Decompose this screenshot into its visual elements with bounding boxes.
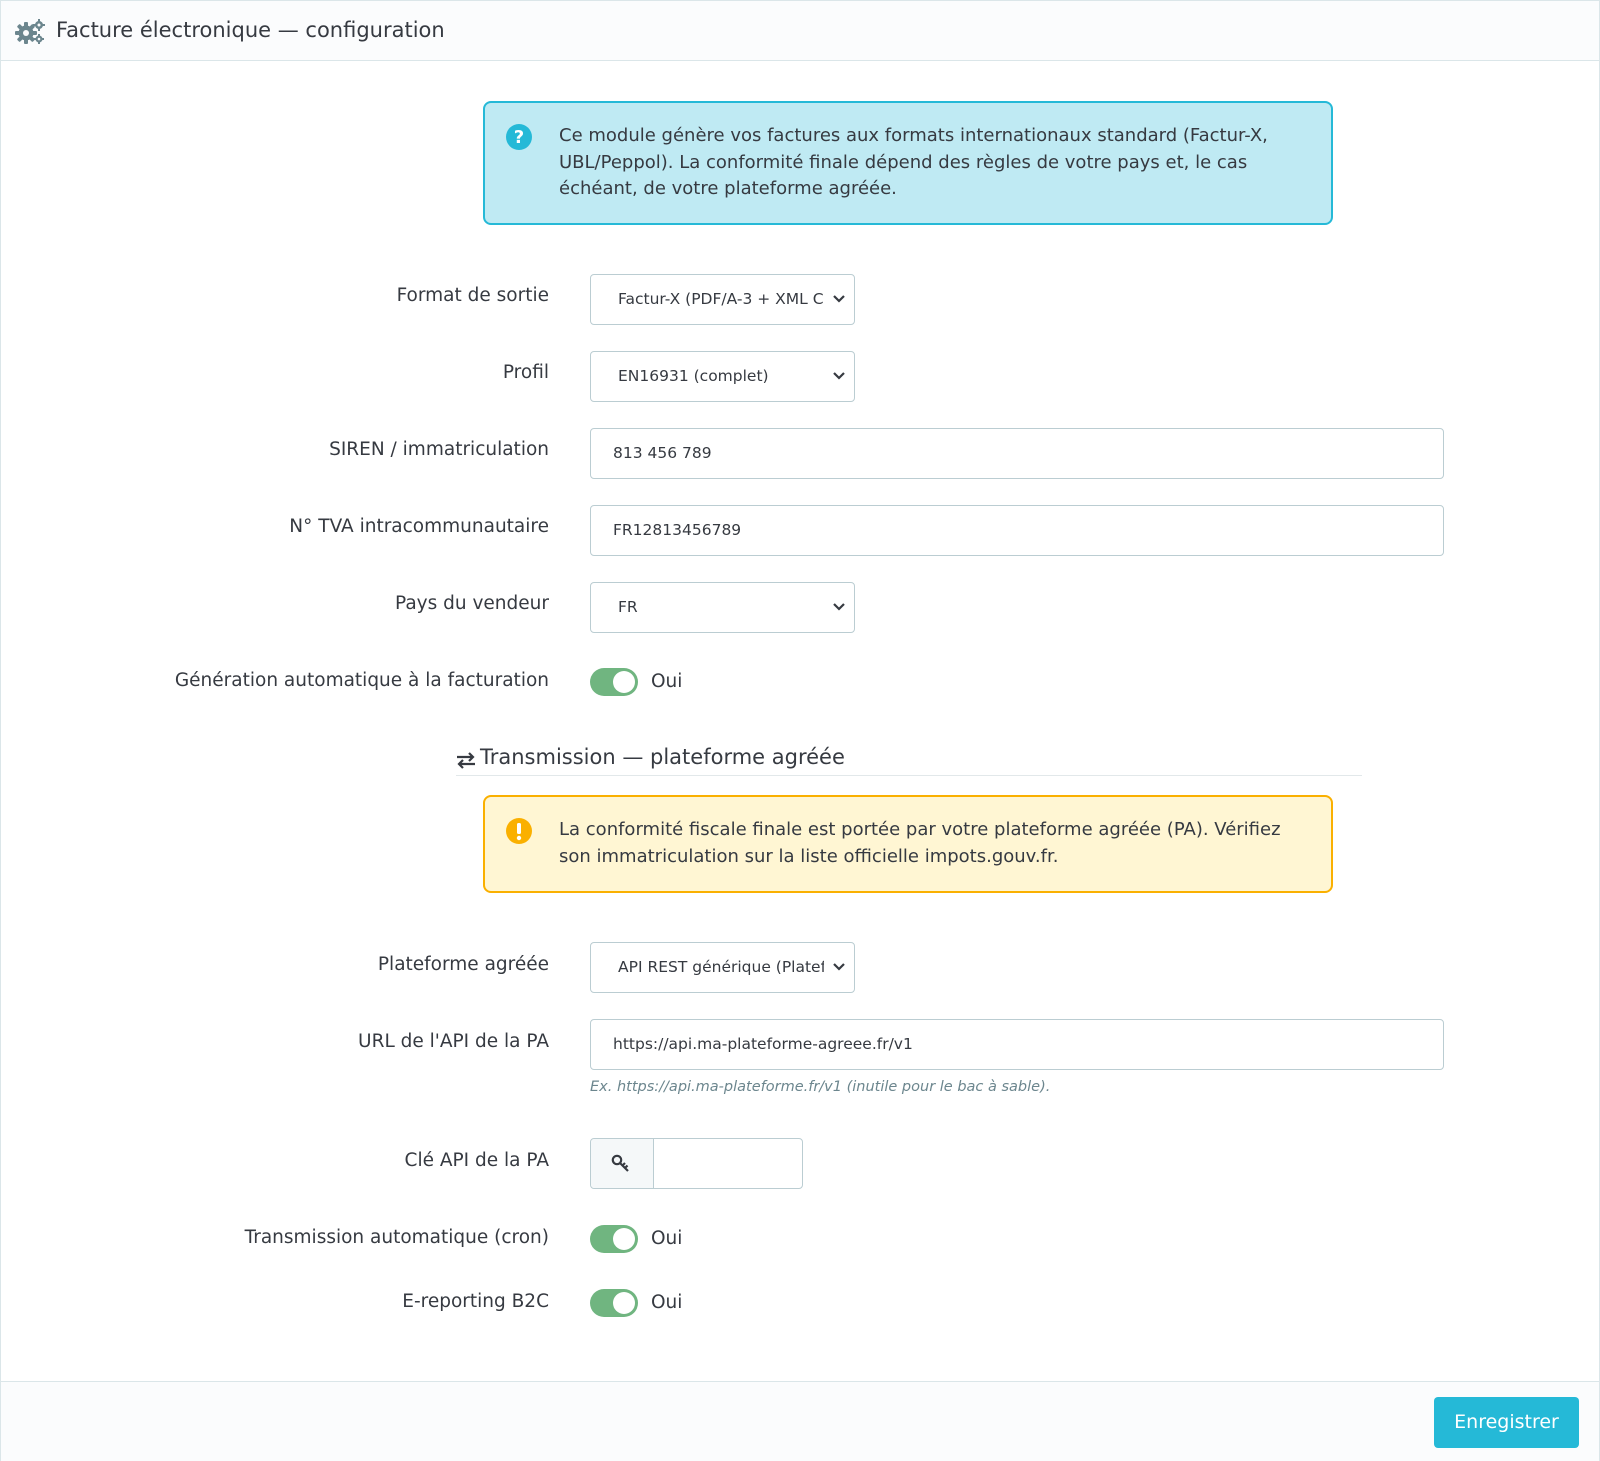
api-url-input[interactable]: https://api.ma-plateforme-agreee.fr/v1 [590,1019,1444,1070]
profile-value: EN16931 (complet) [618,367,769,385]
key-icon [611,1154,629,1172]
exclamation-circle-icon [506,818,532,844]
panel-header: Facture électronique — configuration [1,1,1599,61]
auto-transmission-state: Oui [651,1228,683,1249]
info-alert-text: Ce module génère vos factures aux format… [559,125,1268,199]
b2c-reporting-label: E-reporting B2C [402,1291,549,1312]
chevron-down-icon [833,603,845,611]
country-value: FR [618,598,638,616]
chevron-down-icon [833,295,845,303]
info-alert: ? Ce module génère vos factures aux form… [483,101,1333,225]
siren-label: SIREN / immatriculation [329,439,549,460]
b2c-reporting-state: Oui [651,1292,683,1313]
siren-input[interactable]: 813 456 789 [590,428,1444,479]
auto-generation-label: Génération automatique à la facturation [174,670,549,691]
api-url-help: Ex. https://api.ma-plateforme.fr/v1 (inu… [590,1079,1051,1095]
config-panel: Facture électronique — configuration ? C… [0,0,1600,1461]
api-key-label: Clé API de la PA [404,1150,549,1171]
auto-generation-switch[interactable] [590,668,638,696]
country-label: Pays du vendeur [395,593,549,614]
vat-input[interactable]: FR12813456789 [590,505,1444,556]
platform-label: Plateforme agréée [377,954,549,975]
panel-footer: Enregistrer [1,1381,1599,1461]
warning-alert-text: La conformité fiscale finale est portée … [559,819,1281,867]
section-title-text: Transmission — plateforme agréée [480,745,845,769]
exchange-arrows-icon [457,752,475,769]
profile-label: Profil [502,362,549,383]
platform-value: API REST générique (Plateforme [618,958,824,976]
api-url-value: https://api.ma-plateforme-agreee.fr/v1 [613,1035,913,1053]
transmission-section-title: Transmission — plateforme agréée [456,745,1362,776]
warning-alert: La conformité fiscale finale est portée … [483,795,1333,893]
api-key-input[interactable] [654,1139,802,1188]
page-title: Facture électronique — configuration [56,18,445,42]
vat-label: N° TVA intracommunautaire [289,516,549,537]
question-circle-icon: ? [506,124,532,150]
country-select[interactable]: FR [590,582,855,633]
api-url-label: URL de l'API de la PA [358,1031,549,1052]
b2c-reporting-switch[interactable] [590,1289,638,1317]
gears-icon [15,19,45,44]
platform-select[interactable]: API REST générique (Plateforme [590,942,855,993]
auto-transmission-label: Transmission automatique (cron) [244,1227,549,1248]
output-format-label: Format de sortie [396,285,549,306]
output-format-value: Factur-X (PDF/A-3 + XML CII) - [618,290,824,308]
profile-select[interactable]: EN16931 (complet) [590,351,855,402]
save-button[interactable]: Enregistrer [1434,1397,1579,1448]
auto-transmission-switch[interactable] [590,1225,638,1253]
chevron-down-icon [833,963,845,971]
auto-generation-state: Oui [651,671,683,692]
api-key-addon [591,1139,654,1188]
chevron-down-icon [833,372,845,380]
output-format-select[interactable]: Factur-X (PDF/A-3 + XML CII) - [590,274,855,325]
svg-text:?: ? [514,127,524,148]
api-key-group [590,1138,803,1189]
siren-value: 813 456 789 [613,444,712,462]
vat-value: FR12813456789 [613,521,742,539]
